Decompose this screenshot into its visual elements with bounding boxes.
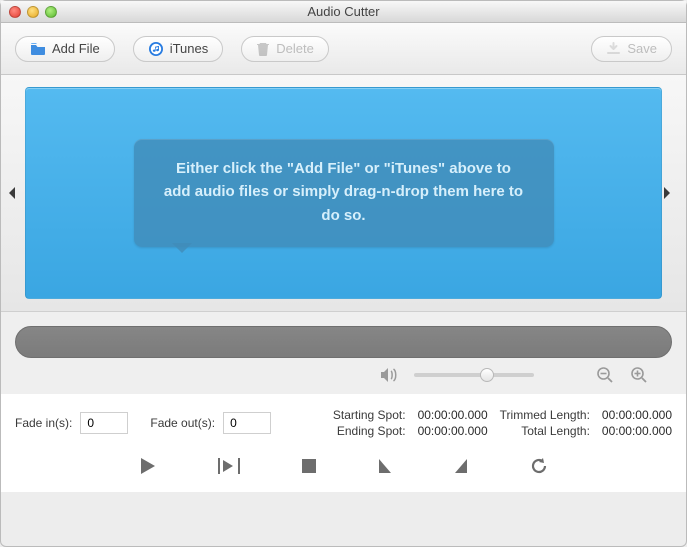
titlebar: Audio Cutter [1, 1, 686, 23]
fade-in-input[interactable] [80, 412, 128, 434]
window-title: Audio Cutter [1, 4, 686, 19]
waveform-area [1, 312, 686, 394]
content-area: Either click the "Add File" or "iTunes" … [1, 75, 686, 312]
timing-grid: Starting Spot: 00:00:00.000 Trimmed Leng… [333, 408, 672, 438]
total-length-value: 00:00:00.000 [602, 424, 672, 438]
delete-label: Delete [276, 41, 314, 56]
start-spot-value: 00:00:00.000 [418, 408, 488, 422]
window-controls [9, 6, 57, 18]
play-button[interactable] [139, 456, 157, 476]
add-file-label: Add File [52, 41, 100, 56]
delete-button[interactable]: Delete [241, 36, 329, 62]
end-spot-value: 00:00:00.000 [418, 424, 488, 438]
trash-icon [256, 41, 270, 56]
total-length-label: Total Length: [500, 424, 590, 438]
save-icon [606, 42, 621, 56]
volume-thumb[interactable] [480, 368, 494, 382]
fade-in-label: Fade in(s): [15, 416, 72, 430]
zoom-in-icon[interactable] [630, 366, 648, 384]
add-file-button[interactable]: Add File [15, 36, 115, 62]
reset-button[interactable] [529, 456, 549, 476]
volume-zoom-row [15, 358, 672, 388]
dropzone[interactable]: Either click the "Add File" or "iTunes" … [25, 87, 662, 299]
playback-bar [1, 446, 686, 492]
folder-icon [30, 42, 46, 56]
dropzone-hint: Either click the "Add File" or "iTunes" … [134, 139, 554, 247]
start-spot-label: Starting Spot: [333, 408, 406, 422]
zoom-out-icon[interactable] [596, 366, 614, 384]
save-button[interactable]: Save [591, 36, 672, 62]
stop-button[interactable] [301, 458, 317, 474]
trimmed-length-value: 00:00:00.000 [602, 408, 672, 422]
minimize-icon[interactable] [27, 6, 39, 18]
volume-icon[interactable] [380, 367, 398, 383]
fade-out-label: Fade out(s): [150, 416, 215, 430]
volume-slider[interactable] [414, 373, 534, 377]
zoom-icon[interactable] [45, 6, 57, 18]
fade-out-input[interactable] [223, 412, 271, 434]
next-arrow[interactable] [662, 185, 680, 201]
trimmed-length-label: Trimmed Length: [500, 408, 590, 422]
end-spot-label: Ending Spot: [333, 424, 406, 438]
prev-arrow[interactable] [7, 185, 25, 201]
info-bar: Fade in(s): Fade out(s): Starting Spot: … [1, 394, 686, 446]
itunes-icon [148, 41, 164, 57]
mark-out-button[interactable] [453, 457, 469, 475]
close-icon[interactable] [9, 6, 21, 18]
itunes-label: iTunes [170, 41, 209, 56]
mark-in-button[interactable] [377, 457, 393, 475]
waveform-track[interactable] [15, 326, 672, 358]
itunes-button[interactable]: iTunes [133, 36, 224, 62]
play-selection-button[interactable] [217, 456, 241, 476]
toolbar: Add File iTunes Delete Save [1, 23, 686, 75]
save-label: Save [627, 41, 657, 56]
